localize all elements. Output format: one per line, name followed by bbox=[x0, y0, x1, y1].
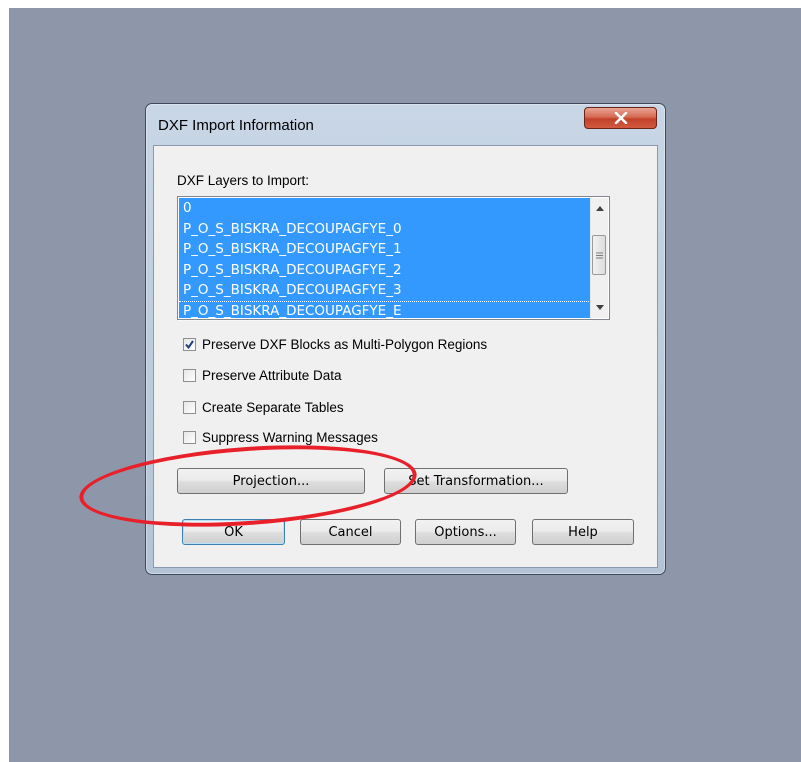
scroll-thumb[interactable] bbox=[592, 235, 606, 275]
separate-tables-checkbox[interactable] bbox=[183, 401, 196, 414]
separate-tables-label: Create Separate Tables bbox=[202, 400, 344, 415]
options-button[interactable]: Options... bbox=[415, 519, 516, 545]
dialog-body: DXF Layers to Import: 0 P_O_S_BISKRA_DEC… bbox=[153, 145, 658, 568]
dxf-import-dialog: DXF Import Information DXF Layers to Imp… bbox=[145, 103, 666, 575]
preserve-attribute-label: Preserve Attribute Data bbox=[202, 368, 342, 383]
suppress-warnings-option[interactable]: Suppress Warning Messages bbox=[183, 430, 378, 445]
layers-scrollbar[interactable] bbox=[590, 198, 608, 318]
dialog-title: DXF Import Information bbox=[158, 117, 314, 134]
help-button[interactable]: Help bbox=[532, 519, 634, 545]
scroll-down-button[interactable] bbox=[591, 299, 608, 316]
list-item[interactable]: 0 bbox=[179, 198, 591, 219]
layers-label: DXF Layers to Import: bbox=[177, 173, 310, 188]
suppress-warnings-label: Suppress Warning Messages bbox=[202, 430, 378, 445]
preserve-blocks-label: Preserve DXF Blocks as Multi-Polygon Reg… bbox=[202, 337, 488, 352]
preserve-blocks-option[interactable]: Preserve DXF Blocks as Multi-Polygon Reg… bbox=[183, 337, 487, 352]
projection-button[interactable]: Projection... bbox=[177, 468, 365, 494]
list-item[interactable]: P_O_S_BISKRA_DECOUPAGFYE_E bbox=[179, 300, 591, 321]
list-item[interactable]: P_O_S_BISKRA_DECOUPAGFYE_0 bbox=[179, 219, 591, 240]
scroll-down-arrow-icon bbox=[595, 305, 604, 310]
list-item[interactable]: P_O_S_BISKRA_DECOUPAGFYE_2 bbox=[179, 260, 591, 281]
preserve-attribute-option[interactable]: Preserve Attribute Data bbox=[183, 368, 342, 383]
separate-tables-option[interactable]: Create Separate Tables bbox=[183, 400, 344, 415]
preserve-blocks-checkbox[interactable] bbox=[183, 338, 196, 351]
suppress-warnings-checkbox[interactable] bbox=[183, 431, 196, 444]
close-button[interactable] bbox=[584, 107, 657, 129]
set-transformation-button[interactable]: Set Transformation... bbox=[384, 468, 568, 494]
preserve-attribute-checkbox[interactable] bbox=[183, 369, 196, 382]
grip-icon bbox=[595, 252, 603, 258]
ok-button[interactable]: OK bbox=[182, 519, 285, 545]
list-item[interactable]: P_O_S_BISKRA_DECOUPAGFYE_1 bbox=[179, 239, 591, 260]
list-item[interactable]: P_O_S_BISKRA_DECOUPAGFYE_3 bbox=[179, 280, 591, 301]
layers-listbox[interactable]: 0 P_O_S_BISKRA_DECOUPAGFYE_0 P_O_S_BISKR… bbox=[177, 196, 610, 321]
cancel-button[interactable]: Cancel bbox=[300, 519, 401, 545]
checkmark-icon bbox=[185, 340, 194, 350]
scroll-up-button[interactable] bbox=[591, 200, 608, 217]
scroll-up-arrow-icon bbox=[595, 206, 604, 211]
layers-list-items: 0 P_O_S_BISKRA_DECOUPAGFYE_0 P_O_S_BISKR… bbox=[179, 198, 591, 321]
close-icon bbox=[614, 112, 627, 124]
